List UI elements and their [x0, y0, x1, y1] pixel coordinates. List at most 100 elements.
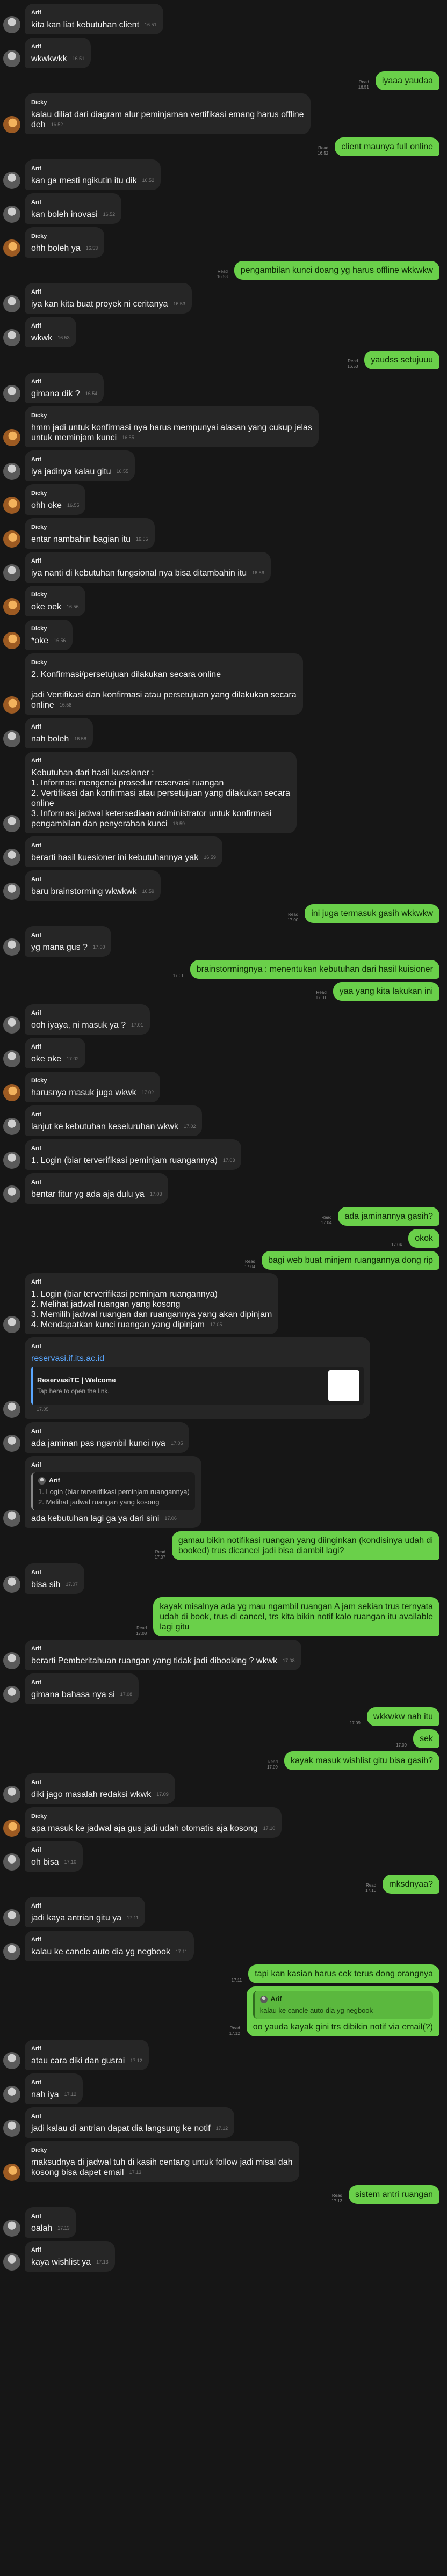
message-bubble[interactable]: pengambilan kunci doang yg harus offline… [234, 261, 439, 280]
avatar[interactable] [3, 497, 20, 514]
message-bubble[interactable]: Arif Kebutuhan dari hasil kuesioner : 1. … [25, 752, 297, 833]
message-bubble[interactable]: Arif wkwk 16.53 [25, 317, 76, 347]
avatar[interactable] [3, 564, 20, 581]
avatar[interactable] [3, 1316, 20, 1333]
avatar[interactable] [3, 1185, 20, 1203]
message-bubble[interactable]: Arif oalah 17.13 [25, 2207, 76, 2238]
message-bubble[interactable]: Arif bisa sih 17.07 [25, 1563, 84, 1594]
message-bubble[interactable]: kayak masuk wishlist gitu bisa gasih? [284, 1751, 439, 1770]
avatar[interactable] [3, 883, 20, 900]
avatar[interactable] [3, 696, 20, 714]
avatar[interactable] [3, 2120, 20, 2137]
avatar[interactable] [3, 172, 20, 189]
message-bubble[interactable]: client maunya full online [335, 137, 439, 156]
message-bubble[interactable]: ada jaminannya gasih? [338, 1207, 439, 1226]
message-bubble[interactable]: Arif wkwkwkk 16.51 [25, 38, 91, 68]
message-bubble[interactable]: Arif iya jadinya kalau gitu 16.55 [25, 450, 135, 481]
message-bubble[interactable]: Arif kalau ke cancle auto dia yg negbook o… [246, 1986, 439, 2036]
avatar[interactable] [3, 530, 20, 548]
message-bubble[interactable]: Dicky ohh boleh ya 16.53 [25, 227, 105, 258]
message-bubble[interactable]: Dicky oke oek 16.56 [25, 586, 85, 616]
message-bubble[interactable]: Arif kan boleh inovasi 16.52 [25, 193, 122, 224]
quoted-message[interactable]: Arif 1. Login (biar terverifikasi peminja… [31, 1472, 195, 1510]
link-preview-card[interactable]: ReservasiTC | Welcome Tap here to open th… [31, 1367, 364, 1405]
avatar[interactable] [3, 16, 20, 33]
message-bubble[interactable]: Arif iya nanti di kebutuhan fungsional ny… [25, 552, 271, 583]
avatar[interactable] [3, 1510, 20, 1527]
avatar[interactable] [3, 632, 20, 649]
message-bubble[interactable]: Dicky ohh oke 16.55 [25, 484, 86, 515]
avatar[interactable] [3, 1118, 20, 1135]
message-bubble[interactable]: Arif nah iya 17.12 [25, 2073, 83, 2104]
avatar[interactable] [3, 429, 20, 446]
message-bubble[interactable]: sistem antri ruangan [349, 2185, 439, 2204]
message-bubble[interactable]: yaa yang kita lakukan ini [333, 982, 439, 1001]
message-bubble[interactable]: Arif kaya wishlist ya 17.13 [25, 2241, 115, 2272]
message-bubble[interactable]: wkkwkw nah itu [366, 1707, 439, 1726]
avatar[interactable] [3, 1050, 20, 1067]
avatar[interactable] [3, 1820, 20, 1837]
message-bubble[interactable]: Arif jadi kalau di antrian dapat dia lang… [25, 2107, 235, 2138]
avatar[interactable] [3, 385, 20, 402]
avatar[interactable] [3, 2253, 20, 2271]
message-bubble[interactable]: Dicky kalau diliat dari diagram alur pemi… [25, 93, 311, 134]
message-bubble[interactable]: Arif kalau ke cancle auto dia yg negbook 1… [25, 1931, 194, 1961]
message-bubble[interactable]: Arif gimana bahasa nya si 17.08 [25, 1673, 139, 1704]
avatar[interactable] [3, 206, 20, 223]
avatar[interactable] [3, 730, 20, 747]
message-bubble[interactable]: kayak misalnya ada yg mau ngambil ruanga… [153, 1597, 439, 1636]
message-bubble[interactable]: gamau bikin notifikasi ruangan yang diin… [171, 1531, 439, 1560]
avatar[interactable] [3, 598, 20, 615]
message-bubble[interactable]: tapi kan kasian harus cek terus dong ora… [248, 1964, 439, 1983]
avatar[interactable] [3, 1853, 20, 1871]
avatar[interactable] [3, 1576, 20, 1593]
avatar[interactable] [3, 1435, 20, 1452]
message-bubble[interactable]: Dicky 2. Konfirmasi/persetujuan dilakukan… [25, 653, 303, 715]
message-bubble[interactable]: Arif baru brainstorming wkwkwk 16.59 [25, 870, 161, 901]
message-bubble[interactable]: Arif ooh iyaya, ni masuk ya ? 17.01 [25, 1004, 150, 1035]
message-bubble[interactable]: Arif Arif 1. Login (biar terverifikasi pem… [25, 1456, 201, 1528]
message-bubble[interactable]: Arif lanjut ke kebutuhan keseluruhan wkwk… [25, 1105, 203, 1136]
message-bubble[interactable]: brainstormingnya : menentukan kebutuhan … [190, 960, 439, 979]
message-bubble[interactable]: Arif berarti Pemberitahuan ruangan yang t… [25, 1640, 301, 1670]
message-bubble[interactable]: Dicky *oke 16.56 [25, 620, 73, 650]
avatar[interactable] [3, 116, 20, 133]
message-bubble[interactable]: Dicky maksudnya di jadwal tuh di kasih ce… [25, 2141, 299, 2182]
message-bubble[interactable]: sek [413, 1729, 439, 1748]
quoted-message[interactable]: Arif kalau ke cancle auto dia yg negbook [253, 1991, 433, 2019]
avatar[interactable] [3, 2052, 20, 2069]
message-bubble[interactable]: Dicky hmm jadi untuk konfirmasi nya harus… [25, 406, 319, 447]
avatar[interactable] [3, 1909, 20, 1926]
message-bubble[interactable]: Arif berarti hasil kuesioner ini kebutuha… [25, 836, 222, 867]
avatar[interactable] [3, 849, 20, 866]
avatar[interactable] [3, 329, 20, 346]
avatar[interactable] [3, 1401, 20, 1418]
message-bubble[interactable]: Arif gimana dik ? 16.54 [25, 373, 104, 403]
message-bubble[interactable]: Arif kan ga mesti ngikutin itu dik 16.52 [25, 159, 161, 190]
message-bubble[interactable]: Dicky harusnya masuk juga wkwk 17.02 [25, 1072, 161, 1102]
message-bubble[interactable]: mksdnyaa? [383, 1875, 439, 1894]
message-bubble[interactable]: Arif nah boleh 16.58 [25, 718, 93, 748]
message-bubble[interactable]: Arif bentar fitur yg ada aja dulu ya 17.03 [25, 1173, 169, 1204]
message-bubble[interactable]: Arif 1. Login (biar terverifikasi peminja… [25, 1273, 279, 1334]
avatar[interactable] [3, 2220, 20, 2237]
message-bubble[interactable]: Arif jadi kaya antrian gitu ya 17.11 [25, 1897, 145, 1927]
avatar[interactable] [3, 2086, 20, 2103]
message-link[interactable]: reservasi.if.its.ac.id [31, 1354, 364, 1364]
avatar[interactable] [3, 1943, 20, 1960]
message-bubble[interactable]: okok [408, 1229, 439, 1248]
message-bubble[interactable]: Arif oh bisa 17.10 [25, 1841, 83, 1872]
avatar[interactable] [3, 295, 20, 312]
avatar[interactable] [3, 50, 20, 67]
message-bubble[interactable]: ini juga termasuk gasih wkkwkw [305, 904, 439, 923]
message-bubble[interactable]: bagi web buat minjem ruangannya dong rip [262, 1251, 439, 1270]
message-bubble[interactable]: Arif kita kan liat kebutuhan client 16.51 [25, 4, 163, 34]
avatar[interactable] [3, 2164, 20, 2181]
message-bubble[interactable]: Arif atau cara diki dan gusrai 17.12 [25, 2040, 149, 2070]
message-bubble[interactable]: yaudss setujuuu [364, 351, 439, 369]
message-bubble[interactable]: Arif 1. Login (biar terverifikasi peminja… [25, 1139, 242, 1170]
avatar[interactable] [3, 1686, 20, 1703]
avatar[interactable] [3, 1152, 20, 1169]
message-bubble[interactable]: Arif iya kan kita buat proyek ni ceritany… [25, 283, 192, 314]
message-bubble[interactable]: Arif reservasi.if.its.ac.id ReservasiTC | … [25, 1337, 370, 1419]
